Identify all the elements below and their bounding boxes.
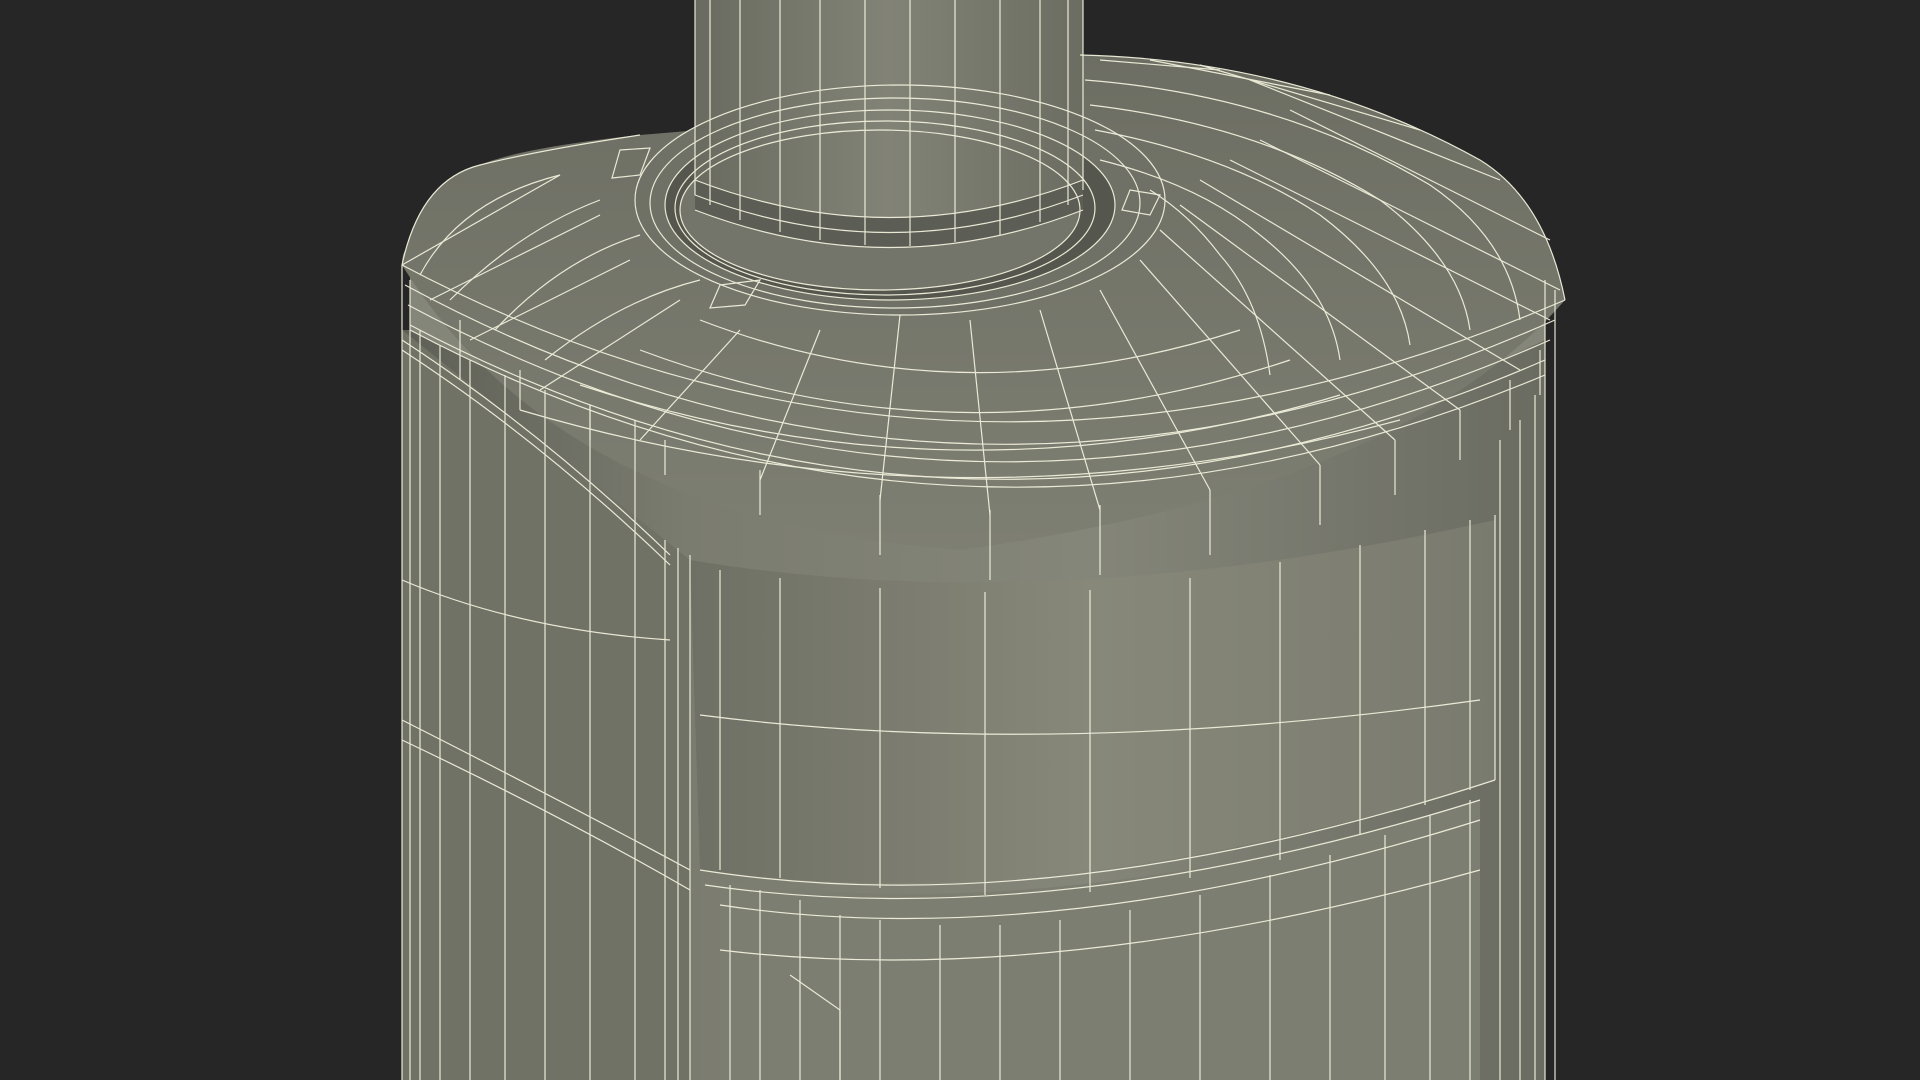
3d-viewport[interactable] [0, 0, 1920, 1080]
wireframe-render [401, 0, 1566, 1080]
